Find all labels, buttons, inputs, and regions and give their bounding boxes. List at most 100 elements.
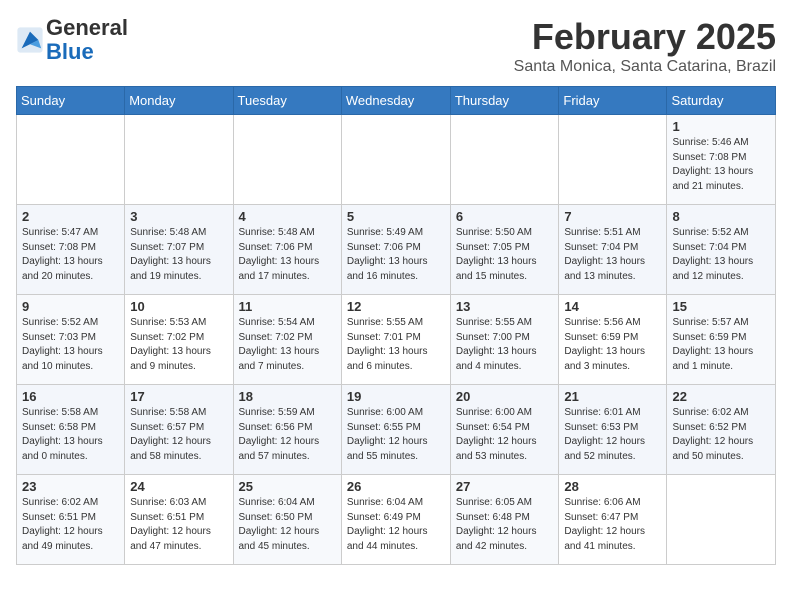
calendar-day-cell: 18 Sunrise: 5:59 AM Sunset: 6:56 PM Dayli… bbox=[233, 385, 341, 475]
day-info: Sunrise: 5:53 AM Sunset: 7:02 PM Dayligh… bbox=[130, 316, 227, 374]
location: Santa Monica, Santa Catarina, Brazil bbox=[514, 58, 776, 76]
day-info: Sunrise: 6:00 AM Sunset: 6:55 PM Dayligh… bbox=[347, 406, 445, 464]
calendar-day-cell: 19 Sunrise: 6:00 AM Sunset: 6:55 PM Dayli… bbox=[341, 385, 450, 475]
day-info: Sunrise: 6:04 AM Sunset: 6:49 PM Dayligh… bbox=[347, 496, 445, 554]
calendar-day-cell: 8Sunrise: 5:52 AM Sunset: 7:04 PM Daylig… bbox=[667, 205, 776, 295]
logo-general: General bbox=[46, 15, 128, 40]
calendar-day-cell: 16 Sunrise: 5:58 AM Sunset: 6:58 PM Dayli… bbox=[17, 385, 125, 475]
day-number: 6 bbox=[456, 209, 554, 224]
calendar-day-cell: 3Sunrise: 5:48 AM Sunset: 7:07 PM Daylig… bbox=[125, 205, 233, 295]
day-number: 17 bbox=[130, 389, 227, 404]
calendar-day-cell: 14 Sunrise: 5:56 AM Sunset: 6:59 PM Dayli… bbox=[559, 295, 667, 385]
calendar-day-cell bbox=[233, 115, 341, 205]
day-number: 20 bbox=[456, 389, 554, 404]
day-info: Sunrise: 6:06 AM Sunset: 6:47 PM Dayligh… bbox=[564, 496, 661, 554]
day-info: Sunrise: 5:55 AM Sunset: 7:01 PM Dayligh… bbox=[347, 316, 445, 374]
day-number: 26 bbox=[347, 479, 445, 494]
calendar-day-cell: 25 Sunrise: 6:04 AM Sunset: 6:50 PM Dayli… bbox=[233, 475, 341, 565]
day-number: 4 bbox=[239, 209, 336, 224]
calendar-day-cell: 15 Sunrise: 5:57 AM Sunset: 6:59 PM Dayli… bbox=[667, 295, 776, 385]
day-info: Sunrise: 5:57 AM Sunset: 6:59 PM Dayligh… bbox=[672, 316, 770, 374]
calendar-week-row: 9Sunrise: 5:52 AM Sunset: 7:03 PM Daylig… bbox=[17, 295, 776, 385]
calendar-day-cell: 27Sunrise: 6:05 AM Sunset: 6:48 PM Dayli… bbox=[450, 475, 559, 565]
weekday-header: Thursday bbox=[450, 87, 559, 115]
day-number: 24 bbox=[130, 479, 227, 494]
page-header: General Blue February 2025 Santa Monica,… bbox=[16, 16, 776, 76]
day-number: 11 bbox=[239, 299, 336, 314]
calendar-day-cell bbox=[559, 115, 667, 205]
day-number: 7 bbox=[564, 209, 661, 224]
day-number: 1 bbox=[672, 119, 770, 134]
day-info: Sunrise: 6:03 AM Sunset: 6:51 PM Dayligh… bbox=[130, 496, 227, 554]
calendar-day-cell bbox=[125, 115, 233, 205]
weekday-header: Sunday bbox=[17, 87, 125, 115]
day-number: 21 bbox=[564, 389, 661, 404]
weekday-header: Monday bbox=[125, 87, 233, 115]
calendar-day-cell: 13 Sunrise: 5:55 AM Sunset: 7:00 PM Dayli… bbox=[450, 295, 559, 385]
calendar-day-cell: 23 Sunrise: 6:02 AM Sunset: 6:51 PM Dayli… bbox=[17, 475, 125, 565]
day-info: Sunrise: 5:51 AM Sunset: 7:04 PM Dayligh… bbox=[564, 226, 661, 284]
day-number: 12 bbox=[347, 299, 445, 314]
calendar-day-cell: 5 Sunrise: 5:49 AM Sunset: 7:06 PM Daylig… bbox=[341, 205, 450, 295]
calendar-day-cell: 6 Sunrise: 5:50 AM Sunset: 7:05 PM Daylig… bbox=[450, 205, 559, 295]
day-info: Sunrise: 5:49 AM Sunset: 7:06 PM Dayligh… bbox=[347, 226, 445, 284]
day-number: 28 bbox=[564, 479, 661, 494]
calendar-day-cell: 4Sunrise: 5:48 AM Sunset: 7:06 PM Daylig… bbox=[233, 205, 341, 295]
day-number: 22 bbox=[672, 389, 770, 404]
logo-blue: Blue bbox=[46, 39, 94, 64]
logo-icon bbox=[16, 26, 44, 54]
day-number: 16 bbox=[22, 389, 119, 404]
day-info: Sunrise: 5:54 AM Sunset: 7:02 PM Dayligh… bbox=[239, 316, 336, 374]
calendar-day-cell: 17 Sunrise: 5:58 AM Sunset: 6:57 PM Dayli… bbox=[125, 385, 233, 475]
day-number: 23 bbox=[22, 479, 119, 494]
calendar-table: SundayMondayTuesdayWednesdayThursdayFrid… bbox=[16, 86, 776, 565]
day-number: 14 bbox=[564, 299, 661, 314]
calendar-week-row: 23 Sunrise: 6:02 AM Sunset: 6:51 PM Dayli… bbox=[17, 475, 776, 565]
calendar-week-row: 2 Sunrise: 5:47 AM Sunset: 7:08 PM Daylig… bbox=[17, 205, 776, 295]
calendar-day-cell: 20 Sunrise: 6:00 AM Sunset: 6:54 PM Dayli… bbox=[450, 385, 559, 475]
weekday-header: Friday bbox=[559, 87, 667, 115]
weekday-header: Wednesday bbox=[341, 87, 450, 115]
day-info: Sunrise: 5:58 AM Sunset: 6:58 PM Dayligh… bbox=[22, 406, 119, 464]
day-number: 25 bbox=[239, 479, 336, 494]
day-info: Sunrise: 5:59 AM Sunset: 6:56 PM Dayligh… bbox=[239, 406, 336, 464]
day-number: 2 bbox=[22, 209, 119, 224]
calendar-day-cell: 10 Sunrise: 5:53 AM Sunset: 7:02 PM Dayli… bbox=[125, 295, 233, 385]
day-number: 19 bbox=[347, 389, 445, 404]
day-info: Sunrise: 6:02 AM Sunset: 6:51 PM Dayligh… bbox=[22, 496, 119, 554]
weekday-header: Tuesday bbox=[233, 87, 341, 115]
weekday-header-row: SundayMondayTuesdayWednesdayThursdayFrid… bbox=[17, 87, 776, 115]
day-info: Sunrise: 5:58 AM Sunset: 6:57 PM Dayligh… bbox=[130, 406, 227, 464]
day-info: Sunrise: 5:56 AM Sunset: 6:59 PM Dayligh… bbox=[564, 316, 661, 374]
day-info: Sunrise: 5:55 AM Sunset: 7:00 PM Dayligh… bbox=[456, 316, 554, 374]
calendar-week-row: 1 Sunrise: 5:46 AM Sunset: 7:08 PM Daylig… bbox=[17, 115, 776, 205]
day-info: Sunrise: 6:04 AM Sunset: 6:50 PM Dayligh… bbox=[239, 496, 336, 554]
day-number: 18 bbox=[239, 389, 336, 404]
calendar-day-cell: 7 Sunrise: 5:51 AM Sunset: 7:04 PM Daylig… bbox=[559, 205, 667, 295]
calendar-day-cell: 21 Sunrise: 6:01 AM Sunset: 6:53 PM Dayli… bbox=[559, 385, 667, 475]
month-title: February 2025 bbox=[514, 16, 776, 58]
calendar-day-cell: 28 Sunrise: 6:06 AM Sunset: 6:47 PM Dayli… bbox=[559, 475, 667, 565]
day-info: Sunrise: 5:46 AM Sunset: 7:08 PM Dayligh… bbox=[672, 136, 770, 194]
day-number: 3 bbox=[130, 209, 227, 224]
calendar-day-cell: 2 Sunrise: 5:47 AM Sunset: 7:08 PM Daylig… bbox=[17, 205, 125, 295]
calendar-day-cell: 22 Sunrise: 6:02 AM Sunset: 6:52 PM Dayli… bbox=[667, 385, 776, 475]
day-info: Sunrise: 5:50 AM Sunset: 7:05 PM Dayligh… bbox=[456, 226, 554, 284]
day-info: Sunrise: 6:02 AM Sunset: 6:52 PM Dayligh… bbox=[672, 406, 770, 464]
day-number: 13 bbox=[456, 299, 554, 314]
calendar-day-cell: 9Sunrise: 5:52 AM Sunset: 7:03 PM Daylig… bbox=[17, 295, 125, 385]
logo: General Blue bbox=[16, 16, 128, 64]
day-info: Sunrise: 6:00 AM Sunset: 6:54 PM Dayligh… bbox=[456, 406, 554, 464]
day-number: 15 bbox=[672, 299, 770, 314]
day-info: Sunrise: 5:47 AM Sunset: 7:08 PM Dayligh… bbox=[22, 226, 119, 284]
calendar-day-cell bbox=[667, 475, 776, 565]
day-info: Sunrise: 6:01 AM Sunset: 6:53 PM Dayligh… bbox=[564, 406, 661, 464]
day-number: 9 bbox=[22, 299, 119, 314]
title-block: February 2025 Santa Monica, Santa Catari… bbox=[514, 16, 776, 76]
calendar-day-cell bbox=[341, 115, 450, 205]
day-info: Sunrise: 6:05 AM Sunset: 6:48 PM Dayligh… bbox=[456, 496, 554, 554]
day-info: Sunrise: 5:52 AM Sunset: 7:04 PM Dayligh… bbox=[672, 226, 770, 284]
day-number: 5 bbox=[347, 209, 445, 224]
calendar-day-cell: 1 Sunrise: 5:46 AM Sunset: 7:08 PM Daylig… bbox=[667, 115, 776, 205]
day-number: 10 bbox=[130, 299, 227, 314]
